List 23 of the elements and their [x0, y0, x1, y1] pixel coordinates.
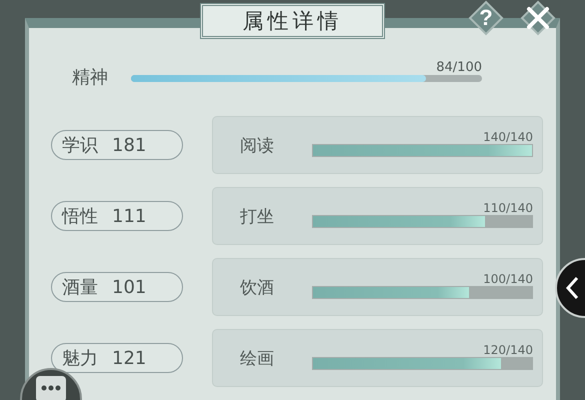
- activity-label: 阅读: [240, 134, 275, 156]
- activity-label: 绘画: [240, 348, 275, 370]
- activity-label: 打坐: [240, 206, 275, 228]
- help-button[interactable]: ?: [468, 0, 504, 36]
- spirit-label: 精神: [72, 66, 109, 90]
- attribute-name: 魅力: [62, 347, 98, 370]
- activity-value: 100/140: [483, 272, 533, 286]
- activity-value: 120/140: [483, 342, 533, 356]
- activity-value: 140/140: [483, 130, 533, 144]
- attribute-name: 悟性: [62, 205, 98, 228]
- attribute-value: 181: [112, 134, 146, 156]
- attribute-name: 学识: [62, 134, 98, 157]
- activity-label: 饮酒: [240, 276, 275, 298]
- window-title: 属性详情: [200, 3, 385, 39]
- attribute-value: 101: [112, 276, 146, 298]
- close-button[interactable]: [520, 0, 556, 36]
- attribute-value: 121: [112, 348, 146, 368]
- activity-value: 110/140: [483, 200, 533, 214]
- attribute-value: 111: [112, 206, 146, 226]
- chat-icon: [34, 374, 68, 400]
- attribute-name: 酒量: [62, 276, 98, 299]
- chevron-icon: [565, 276, 579, 300]
- spirit-value: 84/100: [436, 60, 482, 75]
